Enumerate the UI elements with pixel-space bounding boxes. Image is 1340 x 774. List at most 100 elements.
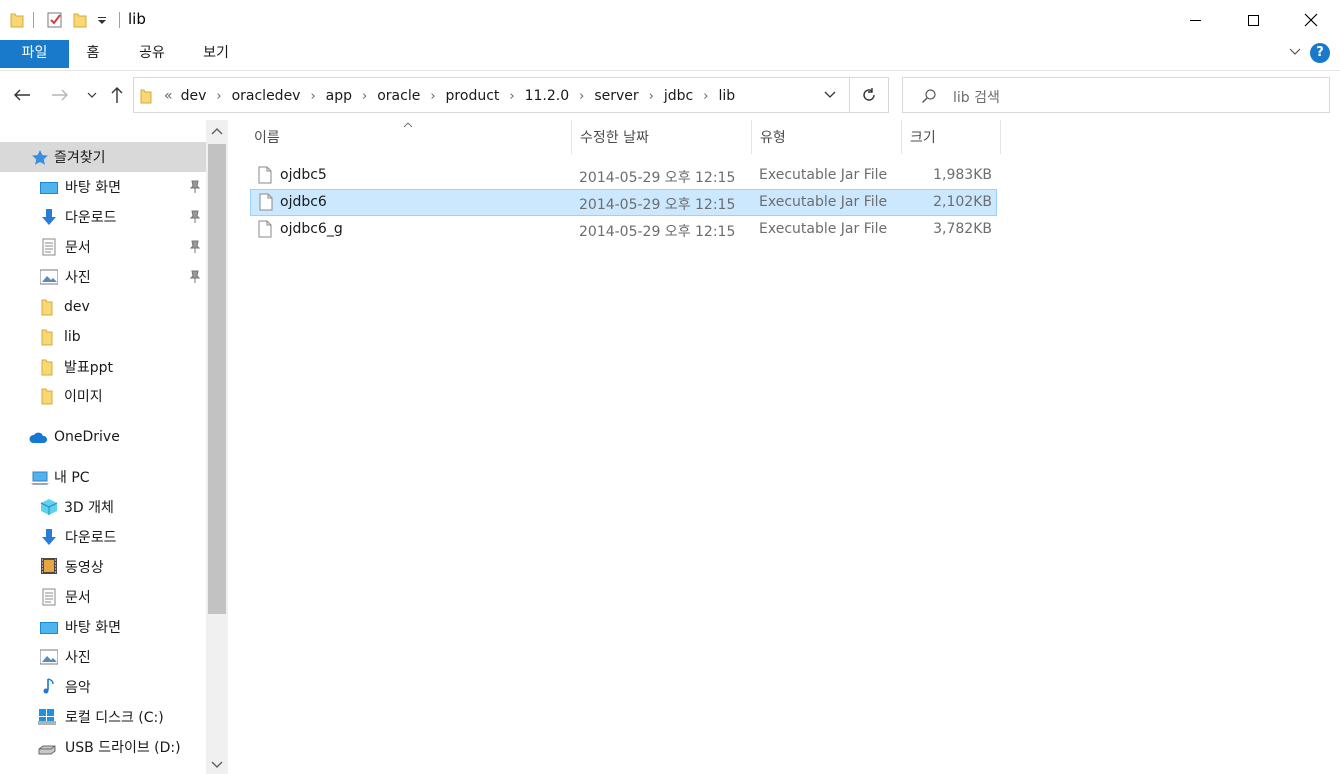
nav-item-pictures[interactable]: 사진 xyxy=(0,262,206,292)
file-icon xyxy=(259,193,273,211)
nav-label: 발표ppt xyxy=(64,360,114,376)
3d-objects-icon xyxy=(40,499,58,515)
document-icon xyxy=(42,588,56,606)
nav-item-lib[interactable]: lib xyxy=(0,322,206,352)
nav-onedrive[interactable]: OneDrive xyxy=(0,422,206,452)
file-size: 1,983KB xyxy=(933,167,992,183)
nav-item-usb-drive[interactable]: USB 드라이브 (D:) xyxy=(0,732,206,762)
chevron-right-icon[interactable]: › xyxy=(509,89,514,104)
nav-this-pc[interactable]: 내 PC xyxy=(0,462,206,492)
new-folder-icon[interactable] xyxy=(73,10,87,30)
file-size: 2,102KB xyxy=(933,194,992,210)
download-icon xyxy=(42,529,56,545)
desktop-icon xyxy=(40,622,58,634)
chevron-right-icon[interactable]: › xyxy=(430,89,435,104)
nav-item-images[interactable]: 이미지 xyxy=(0,381,206,411)
nav-item-dev[interactable]: dev xyxy=(0,292,206,322)
nav-item-pc-documents[interactable]: 문서 xyxy=(0,582,206,612)
folder-icon xyxy=(41,388,53,405)
nav-label: 바탕 화면 xyxy=(65,180,121,196)
nav-quick-access[interactable]: 즐겨찾기 xyxy=(0,142,206,172)
properties-icon[interactable] xyxy=(46,10,64,30)
document-icon xyxy=(42,238,56,256)
nav-label: dev xyxy=(64,299,90,315)
pin-icon[interactable] xyxy=(189,210,201,224)
nav-scrollbar[interactable] xyxy=(206,120,228,774)
scrollbar-thumb[interactable] xyxy=(208,144,226,614)
help-button[interactable]: ? xyxy=(1310,43,1330,63)
close-button[interactable] xyxy=(1282,0,1340,40)
chevron-right-icon[interactable]: › xyxy=(310,89,315,104)
pin-icon[interactable] xyxy=(189,270,201,284)
nav-item-local-disk[interactable]: 로컬 디스크 (C:) xyxy=(0,702,206,732)
address-bar[interactable]: « dev › oracledev › app › oracle › product › … xyxy=(133,77,850,113)
pin-icon[interactable] xyxy=(189,240,201,254)
tab-view[interactable]: 보기 xyxy=(194,40,238,68)
breadcrumb-overflow[interactable]: « xyxy=(164,88,173,104)
nav-item-pc-desktop[interactable]: 바탕 화면 xyxy=(0,612,206,642)
column-header-date[interactable]: 수정한 날짜 xyxy=(572,120,752,154)
forward-button[interactable] xyxy=(50,85,70,105)
nav-item-music[interactable]: 음악 xyxy=(0,672,206,702)
up-button[interactable] xyxy=(107,85,127,105)
nav-label: 3D 개체 xyxy=(64,500,114,516)
column-header-type[interactable]: 유형 xyxy=(752,120,902,154)
file-name: ojdbc6 xyxy=(280,194,327,210)
column-header-name[interactable]: 이름 xyxy=(246,120,572,154)
music-icon xyxy=(43,678,54,694)
breadcrumb-version[interactable]: 11.2.0 xyxy=(525,88,570,104)
file-size: 3,782KB xyxy=(933,221,992,237)
folder-icon xyxy=(140,89,152,104)
nav-label: 사진 xyxy=(65,650,91,666)
tab-share[interactable]: 공유 xyxy=(130,40,174,68)
chevron-right-icon[interactable]: › xyxy=(579,89,584,104)
nav-item-desktop[interactable]: 바탕 화면 xyxy=(0,172,206,202)
customize-toolbar-icon[interactable] xyxy=(97,10,107,30)
breadcrumb-product[interactable]: product xyxy=(446,88,500,104)
nav-label: 동영상 xyxy=(65,560,104,576)
breadcrumb-server[interactable]: server xyxy=(594,88,638,104)
expand-ribbon-icon[interactable] xyxy=(1288,44,1302,58)
nav-item-pc-pictures[interactable]: 사진 xyxy=(0,642,206,672)
nav-item-3d-objects[interactable]: 3D 개체 xyxy=(0,492,206,522)
refresh-button[interactable] xyxy=(850,77,889,113)
breadcrumb-lib[interactable]: lib xyxy=(718,88,735,104)
file-date: 2014-05-29 오후 12:15 xyxy=(579,197,736,213)
scroll-down-icon[interactable] xyxy=(211,758,223,770)
nav-item-ppt[interactable]: 발표ppt xyxy=(0,352,206,382)
nav-label: 바탕 화면 xyxy=(65,620,121,636)
chevron-right-icon[interactable]: › xyxy=(703,89,708,104)
breadcrumb-jdbc[interactable]: jdbc xyxy=(664,88,693,104)
column-label: 수정한 날짜 xyxy=(580,130,649,146)
scroll-up-icon[interactable] xyxy=(211,126,223,138)
column-header-size[interactable]: 크기 xyxy=(902,120,1001,154)
breadcrumb-oracledev[interactable]: oracledev xyxy=(232,88,301,104)
back-button[interactable] xyxy=(12,85,32,105)
nav-item-downloads[interactable]: 다운로드 xyxy=(0,202,206,232)
breadcrumb-app[interactable]: app xyxy=(326,88,352,104)
file-row-ojdbc6[interactable]: ojdbc6 2014-05-29 오후 12:15 Executable Ja… xyxy=(250,189,997,216)
pin-icon[interactable] xyxy=(189,180,201,194)
search-input[interactable]: lib 검색 xyxy=(953,87,1000,107)
address-dropdown-icon[interactable] xyxy=(824,91,836,99)
tab-file[interactable]: 파일 xyxy=(0,40,69,68)
recent-locations-button[interactable] xyxy=(82,85,102,105)
breadcrumb-dev[interactable]: dev xyxy=(181,88,207,104)
pictures-icon xyxy=(40,269,58,285)
chevron-right-icon[interactable]: › xyxy=(649,89,654,104)
file-row-ojdbc6-g[interactable]: ojdbc6_g 2014-05-29 오후 12:15 Executable … xyxy=(250,217,997,243)
file-name: ojdbc6_g xyxy=(280,221,343,237)
nav-item-documents[interactable]: 문서 xyxy=(0,232,206,262)
search-box[interactable]: lib 검색 xyxy=(902,77,1330,113)
breadcrumb-oracle[interactable]: oracle xyxy=(377,88,420,104)
nav-item-pc-downloads[interactable]: 다운로드 xyxy=(0,522,206,552)
nav-item-videos[interactable]: 동영상 xyxy=(0,552,206,582)
column-label: 유형 xyxy=(760,130,786,146)
chevron-right-icon[interactable]: › xyxy=(216,89,221,104)
minimize-button[interactable] xyxy=(1166,0,1224,40)
chevron-right-icon[interactable]: › xyxy=(362,89,367,104)
file-row-ojdbc5[interactable]: ojdbc5 2014-05-29 오후 12:15 Executable Ja… xyxy=(250,163,997,189)
nav-label: 사진 xyxy=(65,270,91,286)
maximize-button[interactable] xyxy=(1224,0,1282,40)
tab-home[interactable]: 홈 xyxy=(78,40,108,68)
